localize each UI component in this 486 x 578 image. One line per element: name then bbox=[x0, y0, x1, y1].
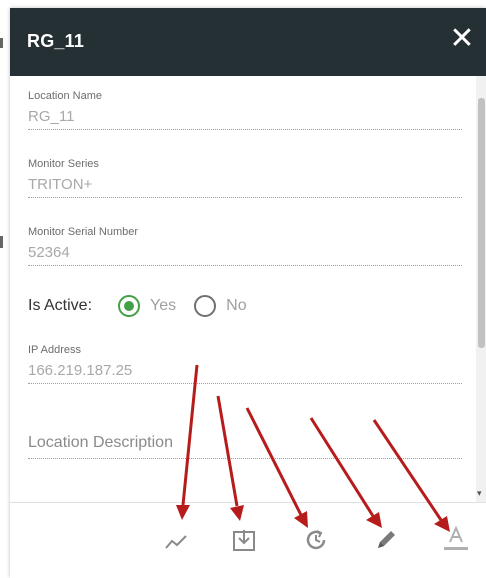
edit-pencil-icon[interactable] bbox=[372, 526, 400, 554]
field-underline bbox=[28, 197, 462, 198]
chart-line-icon[interactable] bbox=[162, 528, 190, 556]
is-active-no-label[interactable]: No bbox=[226, 297, 246, 315]
monitor-series-input[interactable]: TRITON+ bbox=[28, 176, 462, 193]
field-underline bbox=[28, 458, 462, 459]
is-active-yes-label[interactable]: Yes bbox=[150, 297, 176, 315]
download-icon[interactable] bbox=[230, 526, 258, 554]
ip-address-label: IP Address bbox=[28, 344, 81, 356]
field-underline bbox=[28, 265, 462, 266]
location-name-input[interactable]: RG_11 bbox=[28, 108, 462, 125]
monitor-serial-label: Monitor Serial Number bbox=[28, 226, 139, 238]
monitor-serial-field[interactable]: Monitor Serial Number 52364 bbox=[28, 226, 462, 266]
history-icon[interactable] bbox=[302, 526, 330, 554]
is-active-row: Is Active: Yes No bbox=[28, 294, 265, 318]
monitor-serial-input[interactable]: 52364 bbox=[28, 244, 462, 261]
field-underline bbox=[28, 129, 462, 130]
is-active-label: Is Active: bbox=[28, 297, 93, 314]
ip-address-field[interactable]: IP Address 166.219.187.25 bbox=[28, 344, 462, 384]
left-edge-mark bbox=[0, 236, 3, 248]
field-underline bbox=[28, 383, 462, 384]
footer-divider bbox=[10, 502, 486, 503]
location-name-label: Location Name bbox=[28, 90, 102, 102]
dialog-header: RG_11 ✕ bbox=[10, 8, 486, 76]
left-edge-mark bbox=[0, 38, 3, 48]
location-description-input[interactable]: Location Description bbox=[28, 434, 173, 452]
scroll-down-arrow-icon[interactable]: ▾ bbox=[477, 488, 482, 499]
ip-address-input[interactable]: 166.219.187.25 bbox=[28, 362, 462, 379]
is-active-no-radio[interactable] bbox=[194, 295, 217, 317]
location-details-panel: RG_11 ✕ ▾ Location Name RG_11 Monitor Se… bbox=[10, 8, 486, 578]
text-format-icon[interactable] bbox=[442, 524, 470, 552]
monitor-series-field[interactable]: Monitor Series TRITON+ bbox=[28, 158, 462, 198]
close-button[interactable]: ✕ bbox=[448, 23, 476, 55]
monitor-series-label: Monitor Series bbox=[28, 158, 99, 170]
scrollbar-thumb[interactable] bbox=[478, 98, 485, 348]
location-name-field[interactable]: Location Name RG_11 bbox=[28, 90, 462, 130]
dialog-title: RG_11 bbox=[27, 31, 85, 51]
is-active-yes-radio[interactable] bbox=[118, 295, 141, 317]
